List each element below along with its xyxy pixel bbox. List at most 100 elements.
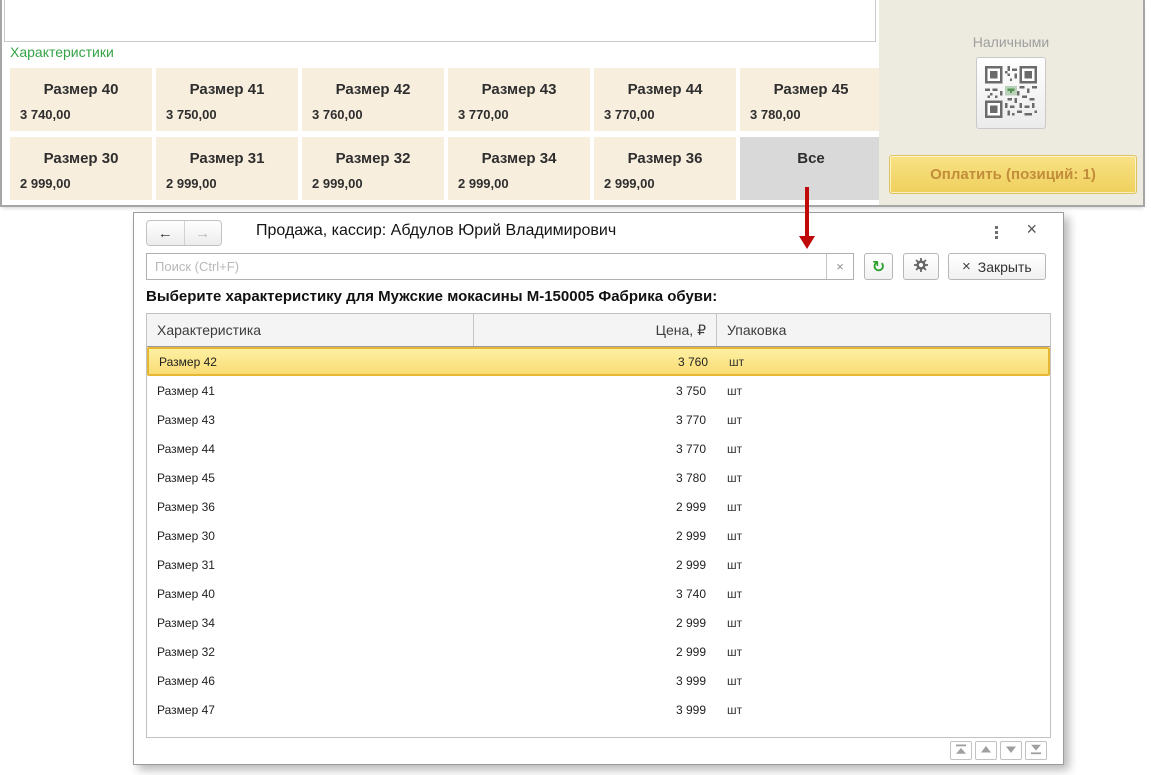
scroll-to-bottom-button[interactable]: [1025, 741, 1047, 760]
tile-size-label: Размер 42: [335, 81, 411, 98]
cell-characteristic: Размер 30: [157, 528, 215, 543]
clear-icon: ×: [836, 259, 844, 274]
cell-pack: шт: [727, 441, 743, 456]
cell-characteristic: Размер 42: [159, 354, 217, 369]
cell-price: 2 999: [675, 528, 706, 543]
search-input[interactable]: [147, 254, 826, 279]
payment-method-label: Наличными: [972, 34, 1050, 50]
cell-price: 2 999: [675, 499, 706, 514]
characteristics-table: Характеристика Цена, ₽ Упаковка Размер 4…: [146, 313, 1051, 738]
size-tile[interactable]: Размер 44 3 770,00: [594, 68, 736, 131]
tile-price: 2 999,00: [312, 176, 363, 191]
scroll-down-button[interactable]: [1000, 741, 1022, 760]
close-icon: ×: [1026, 219, 1037, 239]
table-row-selected[interactable]: Размер 42 3 760 шт: [147, 347, 1050, 376]
cell-pack: шт: [727, 412, 743, 427]
arrow-left-icon: ←: [157, 224, 173, 242]
cell-characteristic: Размер 36: [157, 499, 215, 514]
cell-characteristic: Размер 45: [157, 470, 215, 485]
table-row[interactable]: Размер 46 3 999 шт: [147, 666, 1050, 695]
table-row[interactable]: Размер 40 3 740 шт: [147, 579, 1050, 608]
scroll-up-button[interactable]: [975, 741, 997, 760]
characteristics-label: Характеристики: [10, 44, 114, 60]
tile-size-label: Размер 44: [627, 81, 703, 98]
size-tile[interactable]: Размер 41 3 750,00: [156, 68, 298, 131]
tile-size-label: Размер 30: [43, 150, 119, 167]
size-tile[interactable]: Размер 45 3 780,00: [740, 68, 882, 131]
more-menu-button[interactable]: [989, 223, 1003, 241]
table-row[interactable]: Размер 45 3 780 шт: [147, 463, 1050, 492]
table-row[interactable]: Размер 30 2 999 шт: [147, 521, 1050, 550]
size-tile[interactable]: Размер 42 3 760,00: [302, 68, 444, 131]
receipt-area: [4, 0, 876, 42]
size-tile[interactable]: Размер 30 2 999,00: [10, 137, 152, 200]
cell-characteristic: Размер 34: [157, 615, 215, 630]
tile-size-label: Размер 40: [43, 81, 119, 98]
table-row[interactable]: Размер 34 2 999 шт: [147, 608, 1050, 637]
tile-size-label: Размер 34: [481, 150, 557, 167]
cell-price: 3 770: [675, 412, 706, 427]
cell-price: 3 760: [677, 354, 708, 369]
table-row[interactable]: Размер 44 3 770 шт: [147, 434, 1050, 463]
column-header-price[interactable]: Цена, ₽: [474, 314, 717, 346]
pos-window: Характеристики Размер 40 3 740,00 Размер…: [0, 0, 1145, 207]
table-row[interactable]: Размер 47 3 999 шт: [147, 695, 1050, 724]
tile-price: 3 780,00: [750, 107, 801, 122]
size-tile[interactable]: Размер 40 3 740,00: [10, 68, 152, 131]
cell-pack: шт: [727, 673, 743, 688]
tile-size-label: Размер 43: [481, 81, 557, 98]
close-selection-button[interactable]: × Закрыть: [948, 253, 1046, 280]
pay-button[interactable]: Оплатить (позиций: 1): [889, 155, 1137, 194]
vertical-dots-icon: [994, 225, 998, 239]
size-tile[interactable]: Размер 31 2 999,00: [156, 137, 298, 200]
cell-pack: шт: [727, 383, 743, 398]
dialog-titlebar: ← → Продажа, кассир: Абдулов Юрий Владим…: [134, 213, 1063, 251]
scroll-up-icon: [980, 743, 992, 758]
cell-price: 3 740: [675, 586, 706, 601]
tile-price: 3 740,00: [20, 107, 71, 122]
cell-price: 3 770: [675, 441, 706, 456]
table-row[interactable]: Размер 31 2 999 шт: [147, 550, 1050, 579]
cell-price: 3 750: [675, 383, 706, 398]
search-row: × ↻ × Закрыть: [146, 253, 1051, 280]
size-tile[interactable]: Размер 43 3 770,00: [448, 68, 590, 131]
x-icon: ×: [962, 258, 971, 275]
close-button-label: Закрыть: [977, 258, 1032, 275]
refresh-button[interactable]: ↻: [864, 253, 893, 280]
cell-pack: шт: [727, 586, 743, 601]
cell-characteristic: Размер 40: [157, 586, 215, 601]
table-row[interactable]: Размер 41 3 750 шт: [147, 376, 1050, 405]
size-tile[interactable]: Размер 32 2 999,00: [302, 137, 444, 200]
cell-characteristic: Размер 43: [157, 412, 215, 427]
scroll-to-top-button[interactable]: [950, 741, 972, 760]
size-tile[interactable]: Размер 34 2 999,00: [448, 137, 590, 200]
table-row[interactable]: Размер 43 3 770 шт: [147, 405, 1050, 434]
tile-price: 2 999,00: [20, 176, 71, 191]
cell-characteristic: Размер 32: [157, 644, 215, 659]
table-row[interactable]: Размер 32 2 999 шт: [147, 637, 1050, 666]
clear-search-button[interactable]: ×: [826, 254, 853, 279]
scroll-down-icon: [1005, 743, 1017, 758]
qr-payment-button[interactable]: [976, 57, 1046, 129]
arrow-right-icon: →: [195, 224, 211, 242]
settings-button[interactable]: [903, 253, 939, 280]
cell-pack: шт: [727, 499, 743, 514]
column-header-pack[interactable]: Упаковка: [717, 314, 1050, 346]
gear-icon: [913, 257, 929, 276]
column-header-characteristic[interactable]: Характеристика: [147, 314, 474, 346]
cell-price: 3 999: [675, 673, 706, 688]
tile-price: 3 770,00: [458, 107, 509, 122]
dialog-close-button[interactable]: ×: [1022, 219, 1041, 240]
choose-characteristic-heading: Выберите характеристику для Мужские мока…: [146, 288, 718, 305]
back-button[interactable]: ←: [147, 221, 185, 245]
forward-button[interactable]: →: [185, 221, 222, 245]
payment-panel: Наличными Оплатить (позиций: 1): [879, 0, 1143, 205]
cell-pack: шт: [727, 615, 743, 630]
cell-price: 3 780: [675, 470, 706, 485]
table-row[interactable]: Размер 36 2 999 шт: [147, 492, 1050, 521]
size-tile[interactable]: Размер 36 2 999,00: [594, 137, 736, 200]
tile-price: 2 999,00: [604, 176, 655, 191]
tile-price: 2 999,00: [166, 176, 217, 191]
cell-characteristic: Размер 31: [157, 557, 215, 572]
table-body: Размер 42 3 760 шт Размер 41 3 750 шт Ра…: [147, 347, 1050, 724]
